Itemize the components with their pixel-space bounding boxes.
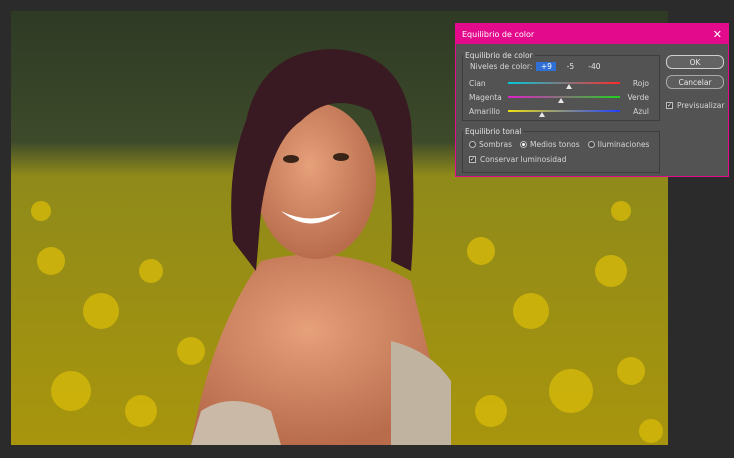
slider-row-magenta-green: Magenta Verde	[469, 93, 649, 103]
radio-highlights[interactable]: Iluminaciones	[587, 140, 650, 149]
dialog-title: Equilibrio de color	[462, 29, 535, 39]
ok-button[interactable]: OK	[666, 55, 724, 69]
slider-row-yellow-blue: Amarillo Azul	[469, 107, 649, 117]
slider-label-yellow: Amarillo	[469, 107, 500, 116]
level-input-magenta-green[interactable]: -5	[560, 62, 580, 71]
preview-checkbox[interactable]: ✓ Previsualizar	[666, 101, 725, 110]
slider-thumb-magenta-green[interactable]	[558, 98, 565, 103]
slider-track-cyan-red[interactable]	[508, 82, 620, 84]
slider-track-yellow-blue[interactable]	[508, 110, 620, 112]
slider-row-cyan-red: Cian Rojo	[469, 79, 649, 89]
tone-radio-group: Sombras Medios tonos Iluminaciones	[469, 140, 649, 149]
slider-label-red: Rojo	[632, 79, 649, 88]
level-input-yellow-blue[interactable]: -40	[584, 62, 604, 71]
color-balance-group-label: Equilibrio de color	[465, 51, 533, 60]
slider-label-cyan: Cian	[469, 79, 486, 88]
radio-midtones-label: Medios tonos	[530, 140, 580, 149]
radio-shadows-indicator[interactable]	[469, 141, 476, 148]
preserve-luminosity-label: Conservar luminosidad	[480, 155, 567, 164]
slider-thumb-yellow-blue[interactable]	[538, 112, 545, 117]
preview-label: Previsualizar	[677, 101, 725, 110]
radio-shadows[interactable]: Sombras	[469, 140, 512, 149]
slider-thumb-cyan-red[interactable]	[566, 84, 573, 89]
color-levels: Niveles de color: +9 -5 -40	[470, 62, 604, 71]
check-icon[interactable]: ✓	[666, 102, 673, 109]
radio-shadows-label: Sombras	[479, 140, 513, 149]
radio-highlights-indicator[interactable]	[587, 141, 595, 148]
radio-midtones-indicator[interactable]	[520, 141, 528, 148]
tone-balance-group-label: Equilibrio tonal	[465, 127, 522, 136]
levels-label: Niveles de color:	[470, 62, 533, 71]
slider-label-magenta: Magenta	[469, 93, 502, 102]
dialog-titlebar[interactable]: Equilibrio de color ✕	[456, 24, 728, 44]
color-balance-dialog: Equilibrio de color ✕ Equilibrio de colo…	[455, 23, 729, 177]
tone-balance-group: Equilibrio tonal	[462, 127, 660, 173]
check-icon[interactable]: ✓	[469, 156, 476, 163]
close-icon[interactable]: ✕	[713, 29, 722, 40]
slider-label-green: Verde	[627, 93, 650, 102]
preserve-luminosity-checkbox[interactable]: ✓ Conservar luminosidad	[469, 155, 566, 164]
slider-label-blue: Azul	[633, 107, 649, 116]
radio-highlights-label: Iluminaciones	[597, 140, 650, 149]
cancel-button[interactable]: Cancelar	[666, 75, 724, 89]
radio-midtones[interactable]: Medios tonos	[520, 140, 580, 149]
level-input-cyan-red[interactable]: +9	[536, 62, 557, 71]
